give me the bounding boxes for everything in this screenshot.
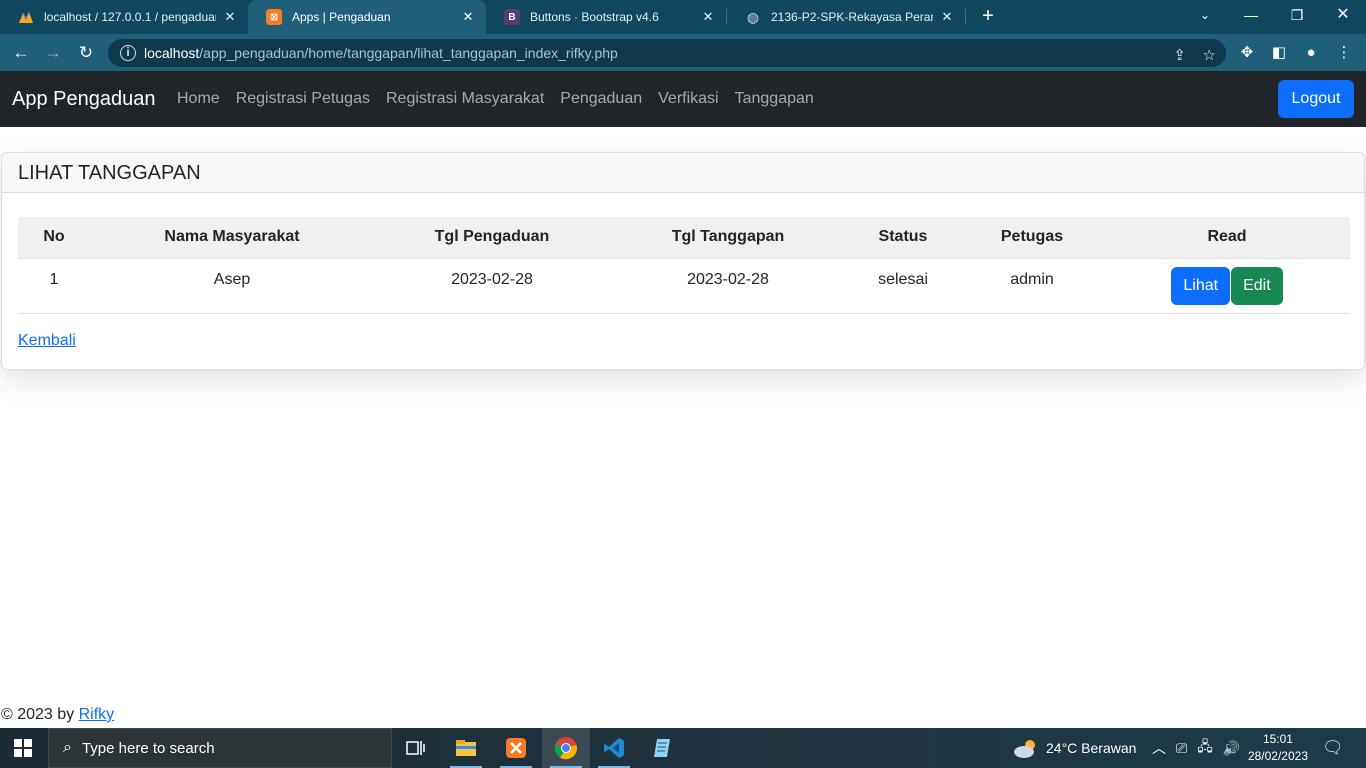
extensions-icon[interactable]: ✥ bbox=[1237, 43, 1257, 63]
lihat-button[interactable]: Lihat bbox=[1171, 266, 1231, 305]
logout-button[interactable]: Logout bbox=[1278, 80, 1354, 118]
taskbar-search-box[interactable]: ⌕ Type here to search bbox=[48, 728, 392, 768]
xampp-taskbar-icon[interactable] bbox=[492, 728, 540, 768]
bookmark-star-icon[interactable]: ☆ bbox=[1203, 46, 1216, 64]
profile-icon[interactable]: ● bbox=[1301, 43, 1321, 63]
xampp-icon: ⊠ bbox=[266, 9, 282, 25]
navbar-brand[interactable]: App Pengaduan bbox=[12, 88, 155, 111]
url-host: localhost bbox=[144, 45, 200, 61]
cell-nama: Asep bbox=[90, 258, 374, 314]
phpmyadmin-icon bbox=[18, 9, 34, 25]
tanggapan-table: No Nama Masyarakat Tgl Pengaduan Tgl Tan… bbox=[18, 217, 1350, 314]
task-view-icon[interactable] bbox=[392, 728, 440, 768]
table-row: 1 Asep 2023-02-28 2023-02-28 selesai adm… bbox=[18, 258, 1350, 314]
clock-time: 15:01 bbox=[1262, 732, 1293, 746]
menu-kebab-icon[interactable]: ⋮ bbox=[1334, 43, 1354, 63]
footer-text: © 2023 by bbox=[1, 706, 75, 723]
vscode-taskbar-icon[interactable] bbox=[590, 728, 638, 768]
cloud-sun-icon bbox=[1014, 740, 1035, 758]
browser-tab-phpmyadmin[interactable]: localhost / 127.0.0.1 / pengaduan ✕ bbox=[0, 0, 248, 34]
forward-arrow-icon[interactable]: → bbox=[40, 40, 66, 66]
clock-date: 28/02/2023 bbox=[1247, 749, 1308, 763]
globe-icon: ◍ bbox=[746, 8, 760, 25]
notepad-taskbar-icon[interactable] bbox=[638, 728, 686, 768]
table-header-row: No Nama Masyarakat Tgl Pengaduan Tgl Tan… bbox=[18, 217, 1350, 259]
new-tab-button[interactable]: + bbox=[976, 5, 1000, 29]
column-header-status: Status bbox=[846, 217, 960, 259]
file-explorer-icon[interactable] bbox=[442, 728, 490, 768]
cell-no: 1 bbox=[18, 258, 90, 314]
tab-title: localhost / 127.0.0.1 / pengaduan bbox=[44, 10, 216, 24]
volume-icon[interactable]: 🔊 bbox=[1223, 740, 1240, 757]
browser-toolbar: ← → ↻ i localhost/app_pengaduan/home/tan… bbox=[0, 34, 1366, 71]
nav-link-verfikasi[interactable]: Verfikasi bbox=[658, 90, 718, 108]
edit-button[interactable]: Edit bbox=[1231, 266, 1283, 305]
close-tab-icon[interactable]: ✕ bbox=[939, 9, 955, 25]
browser-tab-strip: localhost / 127.0.0.1 / pengaduan ✕ ⊠ Ap… bbox=[0, 0, 1366, 34]
tab-title: Apps | Pengaduan bbox=[292, 10, 391, 24]
tab-separator bbox=[965, 9, 966, 25]
chrome-taskbar-icon[interactable] bbox=[542, 728, 590, 768]
chevron-up-icon[interactable]: ︿ bbox=[1152, 738, 1166, 758]
nav-link-home[interactable]: Home bbox=[177, 90, 220, 108]
taskbar-clock[interactable]: 15:01 28/02/2023 bbox=[1248, 731, 1308, 765]
nav-link-tanggapan[interactable]: Tanggapan bbox=[735, 90, 814, 108]
minimize-icon[interactable]: — bbox=[1228, 0, 1274, 30]
footer-author-link[interactable]: Rifky bbox=[79, 706, 115, 723]
cell-status: selesai bbox=[846, 258, 960, 314]
close-tab-icon[interactable]: ✕ bbox=[460, 9, 476, 25]
windows-start-icon[interactable] bbox=[14, 739, 32, 757]
side-panel-icon[interactable]: ◧ bbox=[1269, 43, 1289, 63]
weather-text: 24°C Berawan bbox=[1046, 740, 1137, 756]
tab-title: 2136-P2-SPK-Rekayasa Perangkat bbox=[771, 10, 933, 24]
notifications-icon[interactable]: 🗨 bbox=[1322, 728, 1344, 768]
network-icon[interactable]: 🖧 bbox=[1197, 736, 1213, 760]
windows-taskbar: ⌕ Type here to search 24°C Berawan ︿ ⎚ 🖧… bbox=[0, 728, 1366, 768]
column-header-tgl-pengaduan: Tgl Pengaduan bbox=[374, 217, 610, 259]
column-header-read: Read bbox=[1104, 217, 1350, 259]
url-path: /app_pengaduan/home/tanggapan/lihat_tang… bbox=[199, 45, 618, 61]
app-navbar: App Pengaduan Home Registrasi Petugas Re… bbox=[0, 71, 1366, 127]
browser-tab-apps-pengaduan[interactable]: ⊠ Apps | Pengaduan ✕ bbox=[248, 0, 486, 34]
system-tray: ︿ ⎚ 🖧 🔊 bbox=[1152, 728, 1240, 768]
weather-widget[interactable]: 24°C Berawan bbox=[1012, 728, 1136, 768]
site-info-icon[interactable]: i bbox=[120, 45, 136, 61]
search-placeholder: Type here to search bbox=[81, 739, 215, 757]
nav-link-pengaduan[interactable]: Pengaduan bbox=[560, 90, 642, 108]
column-header-no: No bbox=[18, 217, 90, 259]
navbar-links: Home Registrasi Petugas Registrasi Masya… bbox=[177, 90, 814, 108]
address-bar[interactable]: i localhost/app_pengaduan/home/tanggapan… bbox=[108, 39, 1226, 67]
card-title: LIHAT TANGGAPAN bbox=[2, 153, 1364, 193]
restore-icon[interactable]: ❐ bbox=[1274, 0, 1320, 30]
close-window-icon[interactable]: ✕ bbox=[1320, 0, 1366, 30]
column-header-nama: Nama Masyarakat bbox=[90, 217, 374, 259]
cell-actions: Lihat Edit bbox=[1104, 258, 1350, 314]
cell-tgl-tanggapan: 2023-02-28 bbox=[610, 258, 846, 314]
browser-tab-bootstrap[interactable]: B Buttons · Bootstrap v4.6 ✕ bbox=[486, 0, 726, 34]
nav-link-registrasi-masyarakat[interactable]: Registrasi Masyarakat bbox=[386, 90, 544, 108]
bootstrap-icon: B bbox=[504, 9, 520, 25]
kembali-link[interactable]: Kembali bbox=[18, 332, 76, 350]
search-icon: ⌕ bbox=[63, 739, 72, 756]
browser-tab-spk[interactable]: ◍ 2136-P2-SPK-Rekayasa Perangkat ✕ bbox=[727, 0, 965, 34]
tab-search-chevron-icon[interactable]: ⌄ bbox=[1182, 0, 1228, 30]
column-header-tgl-tanggapan: Tgl Tanggapan bbox=[610, 217, 846, 259]
tanggapan-card: LIHAT TANGGAPAN No Nama Masyarakat Tgl P… bbox=[1, 152, 1365, 370]
back-arrow-icon[interactable]: ← bbox=[8, 40, 34, 66]
nav-link-registrasi-petugas[interactable]: Registrasi Petugas bbox=[236, 90, 370, 108]
share-icon[interactable]: ⇪ bbox=[1173, 46, 1186, 64]
tab-title: Buttons · Bootstrap v4.6 bbox=[530, 10, 659, 24]
close-tab-icon[interactable]: ✕ bbox=[700, 9, 716, 25]
cell-petugas: admin bbox=[960, 258, 1104, 314]
column-header-petugas: Petugas bbox=[960, 217, 1104, 259]
close-tab-icon[interactable]: ✕ bbox=[222, 9, 238, 25]
cell-tgl-pengaduan: 2023-02-28 bbox=[374, 258, 610, 314]
page-footer: © 2023 by Rifky bbox=[1, 706, 114, 724]
reload-icon[interactable]: ↻ bbox=[73, 40, 99, 66]
meet-now-icon[interactable]: ⎚ bbox=[1176, 740, 1187, 757]
